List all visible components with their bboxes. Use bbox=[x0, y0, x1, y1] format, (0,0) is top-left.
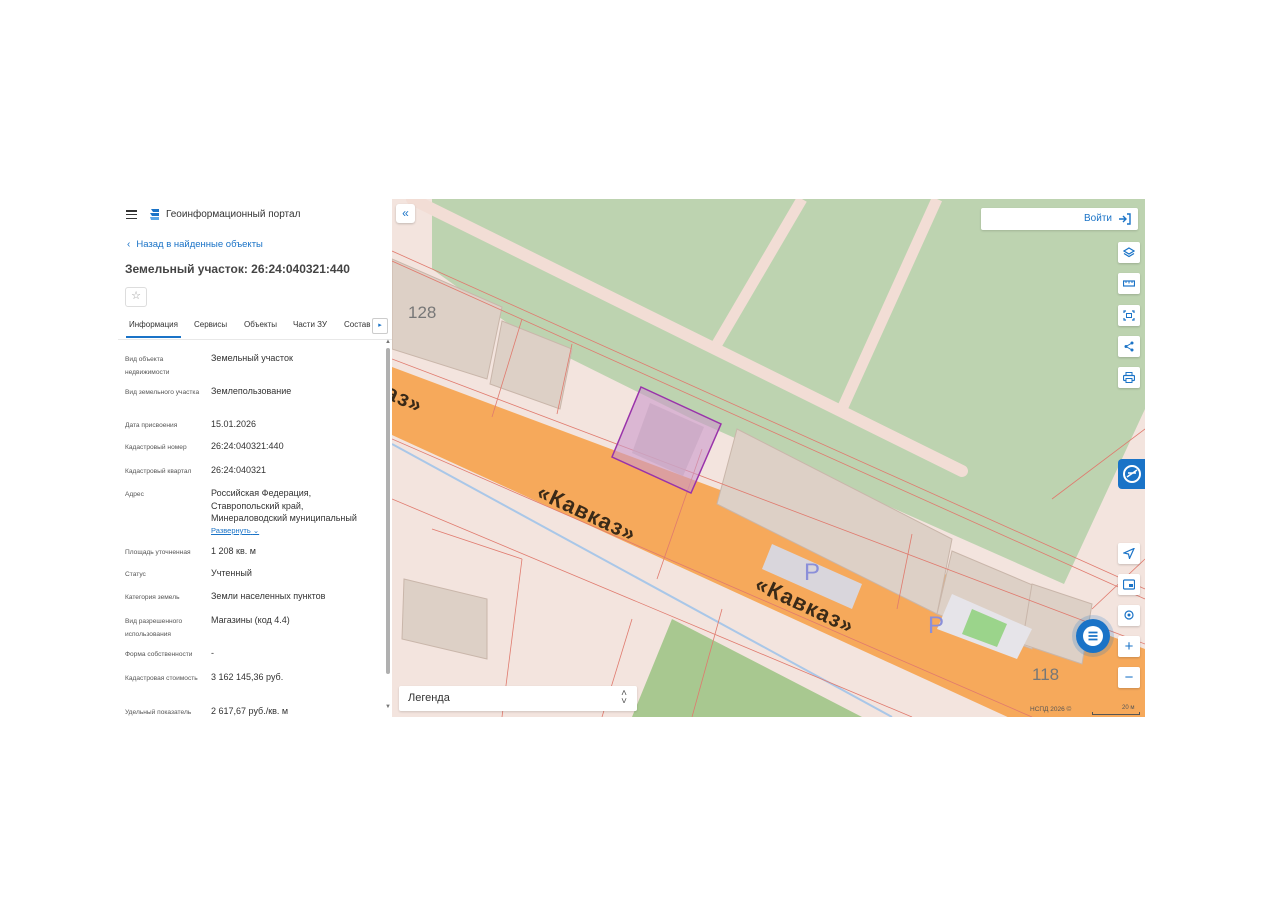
star-icon[interactable]: ☆ bbox=[125, 287, 147, 307]
attr-value: 26:24:040321 bbox=[211, 465, 267, 475]
locate-button[interactable] bbox=[1118, 543, 1140, 564]
back-link-label: Назад в найденные объекты bbox=[136, 239, 263, 250]
chevron-left-icon: ‹ bbox=[127, 239, 131, 250]
page-title: Земельный участок: 26:24:040321:440 bbox=[125, 262, 350, 276]
map-view[interactable]: аз» «Кавказ» «Кавказ» 128 118 P P « Войт… bbox=[392, 199, 1145, 717]
scrollbar-thumb[interactable] bbox=[386, 348, 390, 674]
house-number-label: 128 bbox=[408, 303, 437, 322]
layers-button[interactable] bbox=[1118, 242, 1140, 263]
app-window: Геоинформационный портал ‹ Назад в найден… bbox=[118, 199, 1145, 717]
tab-bar: Информация Сервисы Объекты Части ЗУ Сост… bbox=[118, 315, 392, 340]
attributes-list: Вид объекта недвижимости Земельный участ… bbox=[118, 345, 384, 717]
scale-bar: 20 м bbox=[1092, 705, 1140, 715]
house-number-label: 118 bbox=[1032, 665, 1060, 684]
minus-icon: − bbox=[1124, 669, 1134, 686]
zoom-in-button[interactable]: + bbox=[1118, 636, 1140, 657]
panel-scrollbar[interactable]: ▲ ▼ bbox=[385, 339, 391, 717]
attr-value: 26:24:040321:440 bbox=[211, 441, 284, 451]
attr-value: 1 208 кв. м bbox=[211, 546, 256, 556]
attr-value: Земли населенных пунктов bbox=[211, 591, 326, 601]
tab-info[interactable]: Информация bbox=[129, 320, 178, 329]
attr-label: Статус bbox=[125, 571, 146, 578]
login-icon bbox=[1119, 213, 1131, 225]
geolocation-button[interactable] bbox=[1118, 605, 1140, 626]
minimap-icon bbox=[1123, 579, 1135, 590]
chat-menu-icon bbox=[1083, 626, 1103, 646]
attr-value: 15.01.2026 bbox=[211, 419, 257, 429]
map-mode-icon bbox=[1123, 465, 1141, 483]
attr-label: Дата присвоения bbox=[125, 422, 178, 429]
attr-label: Вид разрешенного использования bbox=[125, 618, 183, 638]
map-canvas[interactable] bbox=[392, 199, 1145, 717]
minimap-button[interactable] bbox=[1118, 574, 1140, 595]
info-panel: Геоинформационный портал ‹ Назад в найден… bbox=[118, 199, 393, 717]
tab-composition[interactable]: Состав bbox=[344, 320, 371, 329]
address-expand-link[interactable]: Развернуть ⌄ bbox=[211, 526, 259, 535]
location-pin-icon bbox=[1124, 610, 1134, 620]
attr-label: Кадастровый квартал bbox=[125, 468, 192, 475]
attr-label: Вид земельного участка bbox=[125, 389, 200, 396]
share-button[interactable] bbox=[1118, 336, 1140, 357]
scale-label: 20 м bbox=[1122, 705, 1135, 711]
select-arrows-icon: ˄ ˅ bbox=[621, 688, 627, 707]
navigation-arrow-icon bbox=[1123, 548, 1135, 559]
scale-bar-line bbox=[1092, 712, 1140, 715]
collapse-panel-button[interactable]: « bbox=[396, 204, 415, 223]
zoom-out-button[interactable]: − bbox=[1118, 667, 1140, 688]
select-area-icon bbox=[1123, 310, 1135, 321]
tab-parts[interactable]: Части ЗУ bbox=[293, 320, 327, 329]
active-tab-indicator bbox=[126, 336, 181, 338]
portal-title: Геоинформационный портал bbox=[166, 209, 301, 220]
attr-label: Кадастровый номер bbox=[125, 444, 187, 451]
parking-label: P bbox=[928, 612, 945, 639]
attr-value: Земельный участок bbox=[211, 353, 293, 363]
attr-label: Адрес bbox=[125, 491, 144, 498]
scroll-up-icon[interactable]: ▲ bbox=[385, 339, 391, 345]
attr-label: Площадь уточненная bbox=[125, 549, 191, 556]
print-button[interactable] bbox=[1118, 367, 1140, 388]
tab-objects[interactable]: Объекты bbox=[244, 320, 277, 329]
attr-value: Магазины (код 4.4) bbox=[211, 615, 290, 625]
ruler-icon bbox=[1123, 280, 1135, 287]
address-expand-label: Развернуть bbox=[211, 526, 251, 535]
menu-icon[interactable] bbox=[126, 210, 137, 220]
login-button[interactable]: Войти bbox=[981, 208, 1138, 230]
layers-icon bbox=[1123, 247, 1135, 258]
attr-value: Учтенный bbox=[211, 568, 252, 578]
plus-icon: + bbox=[1124, 638, 1134, 655]
legend-select[interactable]: Легенда ˄ ˅ bbox=[399, 686, 637, 711]
parking-label: P bbox=[804, 559, 821, 586]
attr-label: Форма собственности bbox=[125, 651, 193, 658]
attr-value: Российская Федерация, Ставропольский кра… bbox=[211, 488, 357, 523]
attr-value: Землепользование bbox=[211, 386, 292, 396]
attr-label: Кадастровая стоимость bbox=[125, 675, 198, 682]
attr-label: Вид объекта недвижимости bbox=[125, 356, 170, 376]
ruler-button[interactable] bbox=[1118, 273, 1140, 294]
login-label: Войти bbox=[1084, 213, 1112, 224]
tabs-scroll-right-icon[interactable]: ▸ bbox=[372, 318, 388, 334]
header: Геоинформационный портал bbox=[118, 199, 392, 231]
select-area-button[interactable] bbox=[1118, 305, 1140, 326]
map-attribution: НСПД 2026 © bbox=[1030, 706, 1072, 713]
tab-services[interactable]: Сервисы bbox=[194, 320, 227, 329]
chat-button[interactable] bbox=[1076, 619, 1110, 653]
back-link[interactable]: ‹ Назад в найденные объекты bbox=[127, 239, 263, 250]
attr-label: Категория земель bbox=[125, 594, 180, 601]
attr-label: Удельный показатель bbox=[125, 709, 192, 716]
portal-logo-icon bbox=[150, 209, 159, 220]
legend-label: Легенда bbox=[408, 692, 450, 704]
chevron-down-icon: ⌄ bbox=[252, 526, 260, 535]
printer-icon bbox=[1123, 372, 1135, 383]
attr-value: - bbox=[211, 648, 214, 658]
map-mode-badge[interactable] bbox=[1118, 459, 1145, 489]
attr-value: 2 617,67 руб./кв. м bbox=[211, 706, 289, 716]
share-icon bbox=[1124, 341, 1134, 352]
attr-value: 3 162 145,36 руб. bbox=[211, 672, 284, 682]
scroll-down-icon[interactable]: ▼ bbox=[385, 704, 391, 710]
